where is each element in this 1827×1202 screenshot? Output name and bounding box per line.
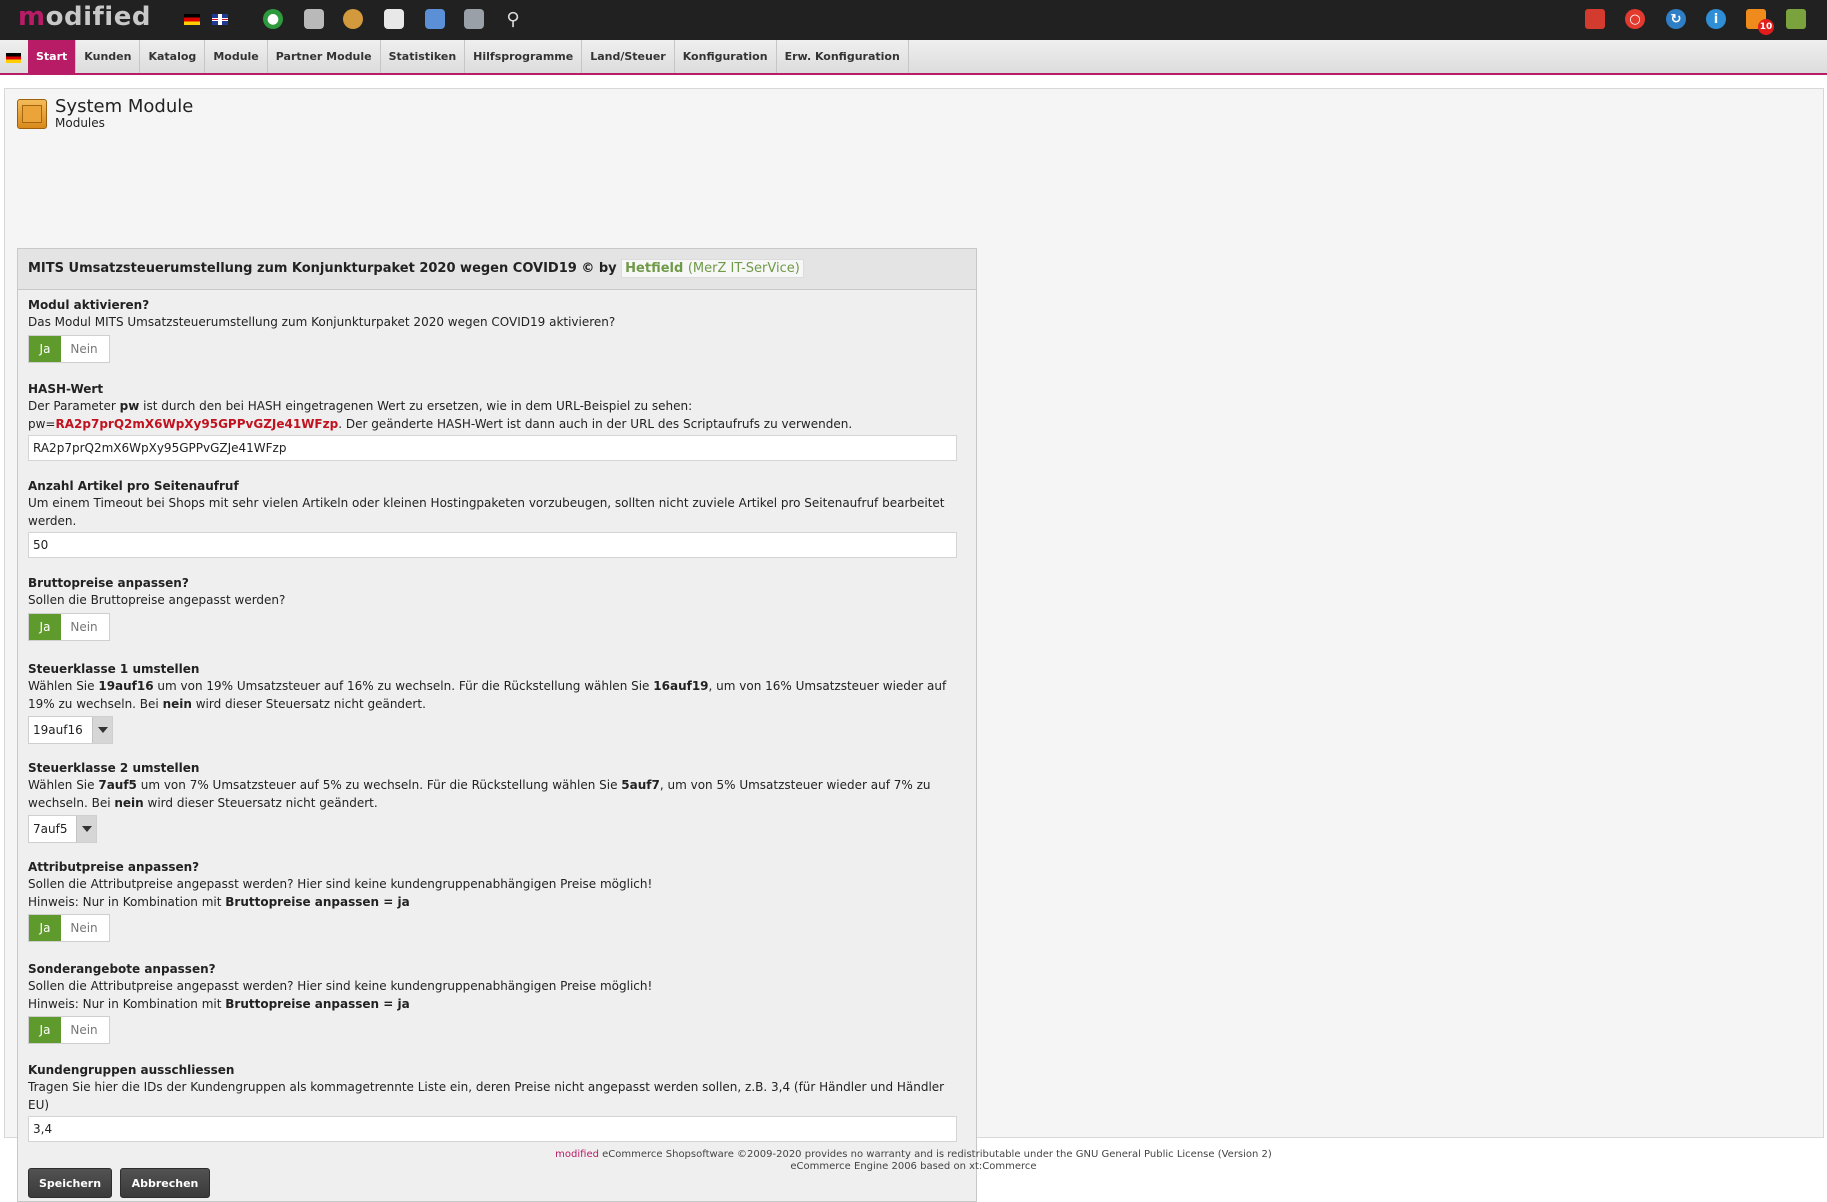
activate-toggle[interactable]: Ja Nein [28, 334, 110, 363]
author-link[interactable]: Hetfield (MerZ IT-SerVice) [621, 259, 804, 278]
main-menu: Start Kunden Katalog Module Partner Modu… [28, 40, 909, 73]
toggle-yes[interactable]: Ja [29, 915, 61, 941]
field-description: Sollen die Attributpreise angepasst werd… [28, 979, 653, 993]
modules-icon[interactable] [464, 9, 484, 29]
field-description: Tragen Sie hier die IDs der Kundengruppe… [28, 1080, 945, 1112]
field-description: Wählen Sie 7auf5 um von 7% Umsatzsteuer … [28, 778, 931, 810]
field-label: Modul aktivieren? [28, 298, 150, 312]
field-description-url: pw=RA2p7prQ2mX6WpXy95GPPvGZJe41WFzp. Der… [28, 416, 853, 431]
attribute-prices-toggle[interactable]: Ja Nein [28, 914, 110, 942]
info-icon[interactable]: i [1706, 9, 1726, 29]
module-header: MITS Umsatzsteuerumstellung zum Konjunkt… [18, 249, 976, 290]
gross-prices-toggle[interactable]: Ja Nein [28, 612, 110, 641]
menu-kunden[interactable]: Kunden [76, 40, 141, 73]
menu-land-steuer[interactable]: Land/Steuer [582, 40, 675, 73]
menu-module[interactable]: Module [205, 40, 268, 73]
help-icon[interactable]: ○ [1625, 9, 1645, 29]
calendar-icon[interactable] [1585, 9, 1605, 29]
footer-brand-link[interactable]: modified [555, 1149, 599, 1160]
chevron-down-icon[interactable] [92, 717, 112, 743]
main-menu-bar: Start Kunden Katalog Module Partner Modu… [0, 40, 1827, 75]
tax-class-1-select[interactable]: 19auf16 [28, 716, 113, 744]
menu-konfiguration[interactable]: Konfiguration [675, 40, 777, 73]
toggle-no[interactable]: Nein [61, 614, 107, 640]
field-hint: Hinweis: Nur in Kombination mit Bruttopr… [28, 996, 410, 1011]
catalog-icon[interactable] [304, 9, 324, 29]
field-specials: Sonderangebote anpassen? Sollen die Attr… [28, 961, 958, 1044]
toggle-yes[interactable]: Ja [29, 335, 61, 362]
en-flag-icon[interactable] [212, 14, 228, 25]
field-label: Kundengruppen ausschliessen [28, 1063, 235, 1077]
page-subtitle: Modules [55, 116, 105, 130]
field-description: Der Parameter pw ist durch den bei HASH … [28, 399, 693, 413]
field-label: HASH-Wert [28, 382, 104, 396]
rss-badge: 10 [1758, 19, 1774, 35]
field-label: Steuerklasse 2 umstellen [28, 761, 200, 775]
field-activate: Modul aktivieren? Das Modul MITS Umsatzs… [28, 297, 958, 363]
logo[interactable]: modified [18, 2, 151, 32]
hash-input[interactable] [28, 435, 957, 461]
orders-icon[interactable] [384, 9, 404, 29]
de-flag-icon[interactable] [184, 14, 200, 25]
field-hash: HASH-Wert Der Parameter pw ist durch den… [28, 381, 958, 461]
menu-start[interactable]: Start [28, 40, 77, 73]
menu-katalog[interactable]: Katalog [140, 40, 206, 73]
footer: modified eCommerce Shopsoftware ©2009-20… [0, 1149, 1827, 1173]
chevron-down-icon[interactable] [76, 816, 96, 842]
field-per-page: Anzahl Artikel pro Seitenaufruf Um einem… [28, 478, 958, 558]
customers-icon[interactable] [343, 9, 363, 29]
toggle-yes[interactable]: Ja [29, 613, 61, 640]
globe-icon[interactable]: ● [263, 9, 283, 29]
toggle-no[interactable]: Nein [61, 1017, 107, 1043]
footer-line-2: eCommerce Engine 2006 based on xt:Commer… [790, 1161, 1037, 1172]
toggle-no[interactable]: Nein [61, 336, 107, 362]
specials-toggle[interactable]: Ja Nein [28, 1016, 110, 1044]
field-label: Bruttopreise anpassen? [28, 576, 189, 590]
field-label: Sonderangebote anpassen? [28, 962, 216, 976]
toggle-no[interactable]: Nein [61, 915, 107, 941]
main-content: System Module Modules MITS Umsatzsteueru… [4, 88, 1824, 1202]
field-description: Wählen Sie 19auf16 um von 19% Umsatzsteu… [28, 679, 947, 711]
footer-line-1: modified eCommerce Shopsoftware ©2009-20… [555, 1149, 1272, 1160]
field-label: Steuerklasse 1 umstellen [28, 662, 200, 676]
per-page-input[interactable] [28, 532, 957, 558]
menu-partner-module[interactable]: Partner Module [268, 40, 381, 73]
menu-statistiken[interactable]: Statistiken [381, 40, 466, 73]
field-hint: Hinweis: Nur in Kombination mit Bruttopr… [28, 894, 410, 909]
field-gross-prices: Bruttopreise anpassen? Sollen die Brutto… [28, 575, 958, 641]
field-description: Um einem Timeout bei Shops mit sehr viel… [28, 496, 945, 528]
customer-groups-input[interactable] [28, 1116, 957, 1142]
field-tax-class-2: Steuerklasse 2 umstellen Wählen Sie 7auf… [28, 760, 958, 843]
field-attribute-prices: Attributpreise anpassen? Sollen die Attr… [28, 859, 958, 942]
menu-erw-konfiguration[interactable]: Erw. Konfiguration [777, 40, 909, 73]
module-settings-box: MITS Umsatzsteuerumstellung zum Konjunkt… [17, 248, 977, 1202]
search-icon[interactable]: ⚲ [503, 9, 523, 30]
top-bar: modified ● ⚲ ○ ↻ i 10 [0, 0, 1827, 40]
tax-class-2-select[interactable]: 7auf5 [28, 815, 97, 843]
field-description: Sollen die Bruttopreise angepasst werden… [28, 593, 286, 607]
menu-hilfsprogramme[interactable]: Hilfsprogramme [465, 40, 583, 73]
field-customer-groups: Kundengruppen ausschliessen Tragen Sie h… [28, 1062, 958, 1142]
page-title: System Module [55, 96, 194, 117]
field-label: Attributpreise anpassen? [28, 860, 200, 874]
refresh-icon[interactable]: ↻ [1666, 9, 1686, 29]
module-box-icon [17, 99, 47, 129]
language-flag-icon[interactable] [6, 53, 21, 63]
logout-icon[interactable] [1786, 9, 1806, 29]
field-description: Das Modul MITS Umsatzsteuerumstellung zu… [28, 315, 616, 329]
field-tax-class-1: Steuerklasse 1 umstellen Wählen Sie 19au… [28, 661, 958, 744]
field-description: Sollen die Attributpreise angepasst werd… [28, 877, 653, 891]
toggle-yes[interactable]: Ja [29, 1017, 61, 1043]
content-icon[interactable] [425, 9, 445, 29]
module-title: MITS Umsatzsteuerumstellung zum Konjunkt… [28, 261, 617, 276]
field-label: Anzahl Artikel pro Seitenaufruf [28, 479, 239, 493]
